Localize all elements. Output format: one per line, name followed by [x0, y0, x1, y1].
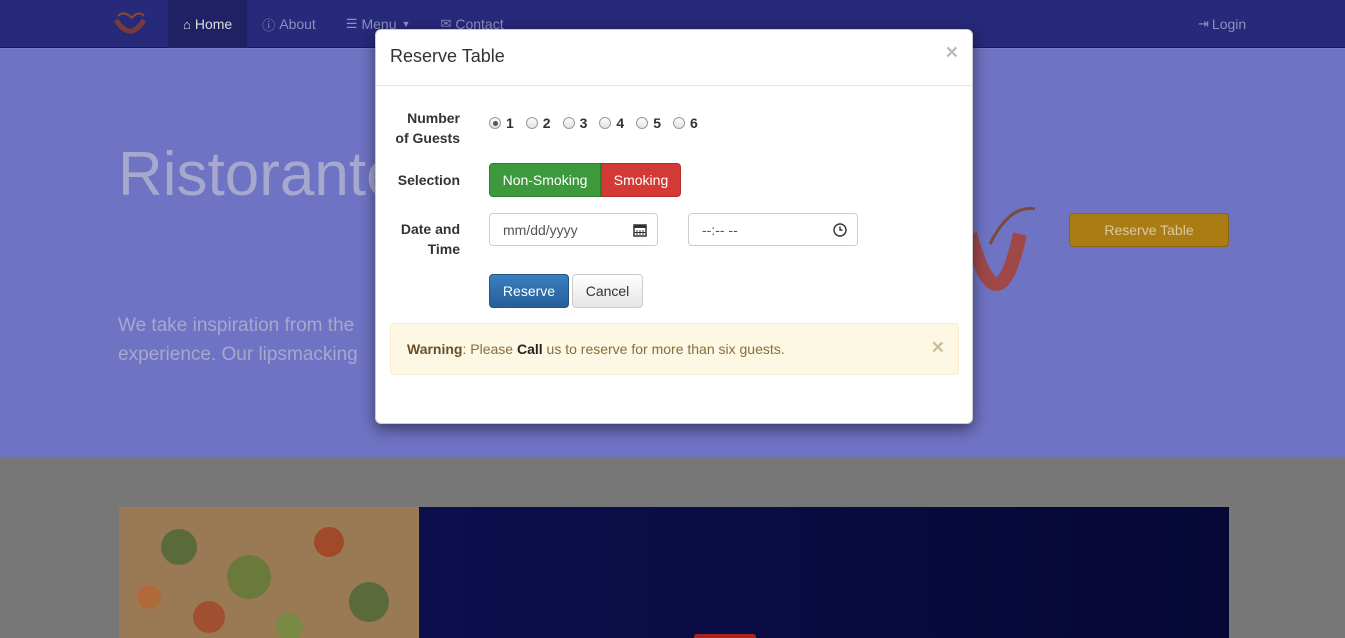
hero-title: Ristorante [118, 140, 401, 209]
alert-strong: Warning [407, 341, 463, 357]
radio-checked-icon[interactable] [489, 117, 501, 129]
modal-title: Reserve Table [390, 46, 505, 66]
alert-close-icon[interactable]: × [932, 337, 944, 358]
radio-icon[interactable] [636, 117, 649, 129]
guests-label-line2: of Guests [395, 130, 460, 146]
nav-item-login[interactable]: ⇥ Login [1198, 0, 1246, 48]
radio-icon[interactable] [672, 117, 685, 129]
smoking-selection-group: Non-Smoking Smoking [489, 163, 681, 197]
cancel-button[interactable]: Cancel [572, 274, 643, 308]
promo-badge [694, 634, 756, 638]
content-section [0, 457, 1345, 638]
alert-part2: us to reserve for more than six guests. [542, 341, 785, 357]
modal-header: Reserve Table × [376, 30, 972, 86]
datetime-label-line1: Date and [400, 221, 460, 237]
warning-alert: Warning: Please Call us to reserve for m… [390, 323, 959, 375]
guest-radio-3[interactable]: 3 [562, 115, 587, 131]
alert-call: Call [516, 341, 543, 357]
non-smoking-button[interactable]: Non-Smoking [489, 163, 601, 197]
login-label: Login [1211, 16, 1247, 32]
guests-label: Number of Guests [376, 108, 460, 148]
pizza-image [119, 507, 419, 638]
reserve-button[interactable]: Reserve [489, 274, 569, 308]
date-placeholder: mm/dd/yyyy [503, 221, 578, 238]
modal-close-icon[interactable]: × [946, 42, 958, 63]
home-icon: ⌂ [183, 16, 191, 32]
login-icon: ⇥ [1198, 16, 1209, 31]
clock-icon[interactable] [832, 222, 848, 238]
date-input[interactable]: mm/dd/yyyy [489, 213, 658, 246]
promo-panel [419, 507, 1229, 638]
radio-icon[interactable] [562, 117, 575, 129]
guest-radio-1[interactable]: 1 [489, 115, 514, 131]
guest-radio-2[interactable]: 2 [525, 115, 551, 131]
caret-down-icon: ▼ [401, 19, 411, 29]
hero-text: We take inspiration from the experience.… [118, 315, 358, 365]
radio-icon[interactable] [525, 117, 538, 129]
list-icon: ☰ [345, 16, 358, 31]
reserve-table-modal: Reserve Table × Number of Guests 1 2 3 4… [375, 29, 973, 424]
guest-count-radio-group: 1 2 3 4 5 6 [489, 115, 710, 131]
guest-radio-4[interactable]: 4 [599, 115, 624, 131]
radio-icon[interactable] [599, 117, 612, 129]
datetime-label-line2: Time [427, 241, 460, 257]
guest-radio-6[interactable]: 6 [672, 115, 698, 131]
nav-home-label: Home [194, 16, 233, 32]
datetime-label: Date and Time [376, 219, 460, 259]
selection-label: Selection [397, 172, 460, 188]
time-input[interactable]: --:-- -- [688, 213, 858, 246]
time-placeholder: --:-- -- [702, 221, 738, 238]
guests-label-line1: Number [407, 110, 460, 126]
nav-item-about[interactable]: ⓘ About [247, 0, 331, 48]
info-icon: ⓘ [262, 17, 276, 33]
alert-part1: : Please [462, 341, 517, 357]
hero-reserve-table-button[interactable]: Reserve Table [1069, 213, 1229, 247]
alert-text: Warning: Please Call us to reserve for m… [407, 341, 785, 357]
nav-about-label: About [279, 16, 316, 32]
brand-logo[interactable] [110, 8, 150, 42]
calendar-icon[interactable] [632, 222, 648, 238]
nav-item-home[interactable]: ⌂ Home [168, 0, 248, 48]
smoking-button[interactable]: Smoking [601, 163, 681, 197]
guest-radio-5[interactable]: 5 [636, 115, 661, 131]
